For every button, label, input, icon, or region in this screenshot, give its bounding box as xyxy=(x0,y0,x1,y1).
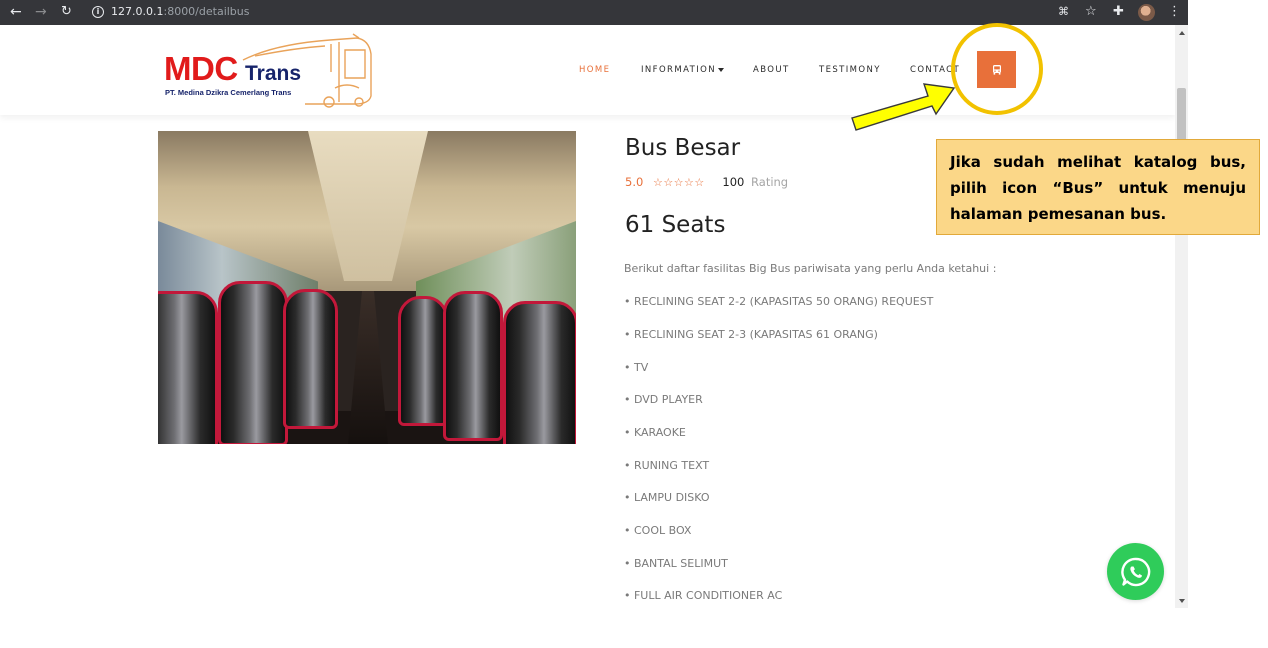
nav-about[interactable]: ABOUT xyxy=(753,64,790,76)
scroll-up-arrow-icon[interactable] xyxy=(1179,31,1185,35)
address-bar[interactable]: 127.0.0.1:8000/detailbus xyxy=(111,5,250,19)
rating-count: 100 xyxy=(722,175,745,189)
rating-row: 5.0 ☆☆☆☆☆ 100 Rating xyxy=(625,175,788,190)
screenshot: ← → ↻ i 127.0.0.1:8000/detailbus ⌘ ☆ ✚ ⋮ xyxy=(0,0,1268,648)
facility-item: • RECLINING SEAT 2-2 (KAPASITAS 50 ORANG… xyxy=(624,295,934,308)
facility-item: • COOL BOX xyxy=(624,524,692,537)
facility-item: • RUNING TEXT xyxy=(624,459,710,472)
nav-testimony[interactable]: TESTIMONY xyxy=(819,64,881,76)
translate-icon[interactable]: ⌘ xyxy=(1058,4,1069,20)
reload-icon[interactable]: ↻ xyxy=(61,3,72,21)
seat-capacity: 61 Seats xyxy=(625,212,726,238)
menu-kebab-icon[interactable]: ⋮ xyxy=(1168,4,1181,20)
site-logo[interactable]: MDC Trans PT. Medina Dzikra Cemerlang Tr… xyxy=(160,30,375,112)
instruction-callout: Jika sudah melihat katalog bus, pilih ic… xyxy=(936,139,1260,235)
rating-count-label: Rating xyxy=(751,175,789,189)
rating-score: 5.0 xyxy=(625,175,644,189)
bus-title: Bus Besar xyxy=(625,135,741,161)
browser-toolbar: ← → ↻ i 127.0.0.1:8000/detailbus ⌘ ☆ ✚ ⋮ xyxy=(0,0,1188,25)
brand-accent: Trans xyxy=(245,62,302,85)
facility-item: • RECLINING SEAT 2-3 (KAPASITAS 61 ORANG… xyxy=(624,328,878,341)
facility-item: • FULL AIR CONDITIONER AC xyxy=(624,589,783,602)
brand-subtitle: PT. Medina Dzikra Cemerlang Trans xyxy=(165,88,292,97)
nav-information-label: INFORMATION xyxy=(641,65,716,75)
caret-down-icon xyxy=(718,67,724,72)
whatsapp-button[interactable] xyxy=(1107,543,1164,600)
bookmark-star-icon[interactable]: ☆ xyxy=(1085,4,1097,20)
rating-stars-icon: ☆☆☆☆☆ xyxy=(652,176,705,189)
site-info-icon[interactable]: i xyxy=(92,6,104,18)
pointer-arrow-icon xyxy=(851,83,956,131)
facility-item: • TV xyxy=(624,361,649,374)
url-path: :8000/detailbus xyxy=(163,5,250,18)
back-arrow-icon[interactable]: ← xyxy=(10,3,22,21)
facilities-intro: Berikut daftar fasilitas Big Bus pariwis… xyxy=(624,262,997,275)
bus-interior-photo xyxy=(158,131,576,444)
page-scrollbar[interactable] xyxy=(1175,25,1188,608)
nav-information[interactable]: INFORMATION xyxy=(641,64,724,76)
scroll-down-arrow-icon[interactable] xyxy=(1179,599,1185,603)
highlight-ring xyxy=(951,23,1043,115)
facility-item: • BANTAL SELIMUT xyxy=(624,557,728,570)
profile-avatar[interactable] xyxy=(1138,4,1155,21)
nav-home[interactable]: HOME xyxy=(579,64,610,76)
facility-item: • DVD PLAYER xyxy=(624,393,703,406)
brand-main: MDC xyxy=(164,50,238,87)
whatsapp-icon xyxy=(1120,557,1150,586)
facility-item: • LAMPU DISKO xyxy=(624,491,710,504)
url-host: 127.0.0.1 xyxy=(111,5,164,18)
extensions-puzzle-icon[interactable]: ✚ xyxy=(1113,4,1124,20)
forward-arrow-icon[interactable]: → xyxy=(35,3,47,21)
facility-item: • KARAOKE xyxy=(624,426,686,439)
